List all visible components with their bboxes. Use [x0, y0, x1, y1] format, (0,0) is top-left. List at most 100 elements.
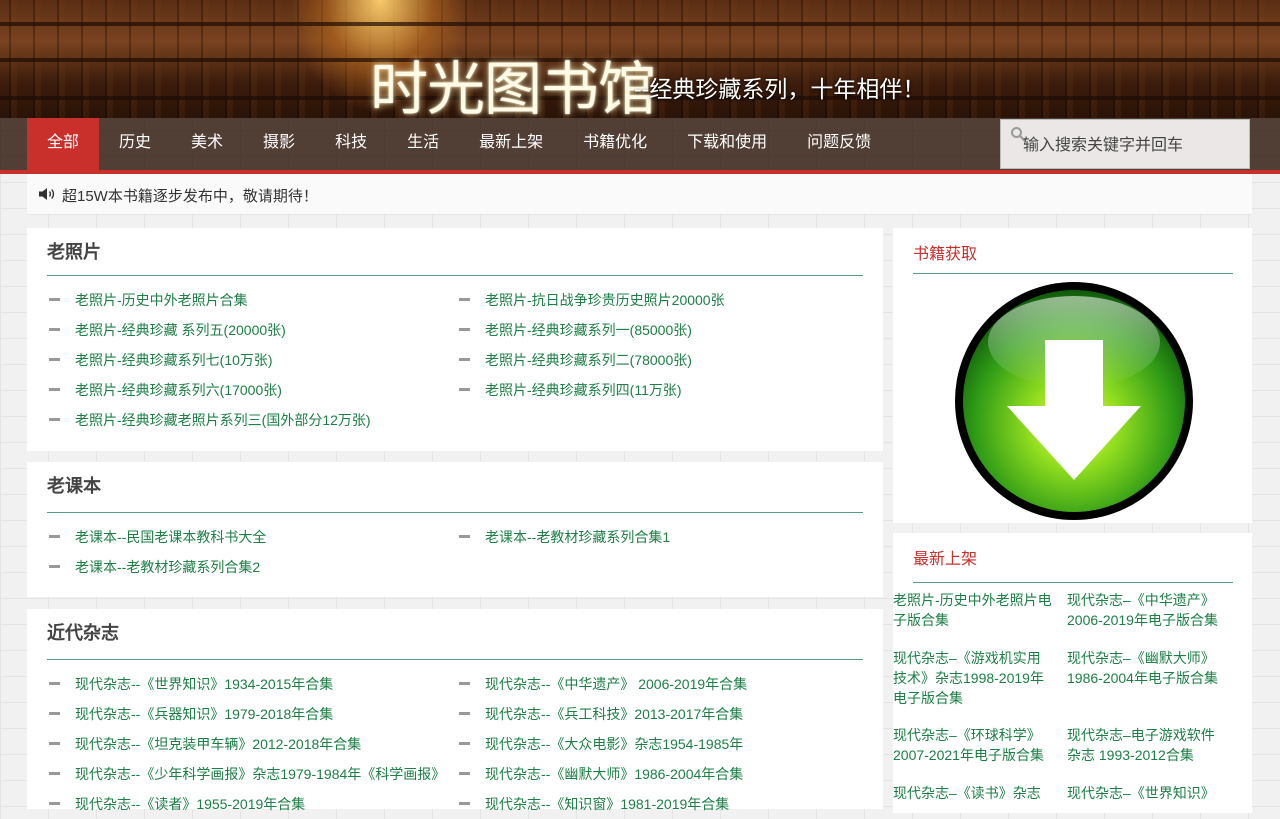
link-label[interactable]: 老照片-经典珍藏 系列五(20000张)	[75, 322, 286, 338]
link-label[interactable]: 现代杂志--《知识窗》1981-2019年合集	[485, 796, 729, 812]
nav-item[interactable]: 下载和使用	[667, 118, 787, 170]
nav-item[interactable]: 生活	[387, 118, 459, 170]
newest-item[interactable]: 现代杂志–《幽默大师》1986-2004年电子版合集	[1067, 648, 1227, 688]
link-label[interactable]: 老课本--老教材珍藏系列合集2	[75, 559, 260, 575]
newest-item[interactable]: 现代杂志–《读书》杂志	[893, 783, 1053, 803]
link-label[interactable]: 现代杂志--《坦克装甲车辆》2012-2018年合集	[75, 736, 361, 752]
link-item[interactable]: 现代杂志--《知识窗》1981-2019年合集	[457, 789, 729, 819]
nav-item[interactable]: 书籍优化	[563, 118, 667, 170]
nav-item[interactable]: 问题反馈	[787, 118, 891, 170]
link-item[interactable]: 老照片-经典珍藏系列七(10万张)	[47, 345, 273, 375]
link-item[interactable]: 老照片-经典珍藏 系列五(20000张)	[47, 315, 286, 345]
site-subtitle: --经典珍藏系列，十年相伴！	[634, 76, 926, 102]
link-item[interactable]: 老课本--老教材珍藏系列合集2	[47, 552, 260, 582]
nav-item[interactable]: 全部	[27, 118, 100, 170]
link-item[interactable]: 老照片-历史中外老照片合集	[47, 285, 248, 315]
link-label[interactable]: 现代杂志--《大众电影》杂志1954-1985年	[485, 736, 743, 752]
sidebar-title: 书籍获取	[913, 246, 978, 263]
section-old-photos: 老照片 老照片-历史中外老照片合集 老照片-抗日战争珍贵历史照片20000张 老照片…	[27, 228, 883, 451]
link-item[interactable]: 老课本--老教材珍藏系列合集1	[457, 522, 670, 552]
dash-bullet-icon	[49, 417, 60, 421]
link-item[interactable]: 现代杂志--《世界知识》1934-2015年合集	[47, 669, 333, 699]
dash-bullet-icon	[459, 297, 470, 301]
link-item[interactable]: 老照片-经典珍藏系列六(17000张)	[47, 375, 282, 405]
dash-bullet-icon	[49, 387, 60, 391]
speaker-icon	[39, 188, 55, 200]
dash-bullet-icon	[459, 534, 470, 538]
link-item[interactable]: 老课本--民国老课本教科书大全	[47, 522, 266, 552]
link-label[interactable]: 现代杂志--《中华遗产》 2006-2019年合集	[485, 676, 747, 692]
link-item[interactable]: 现代杂志--《坦克装甲车辆》2012-2018年合集	[47, 729, 361, 759]
main-nav: 全部 历史 美术 摄影 科技 生活 最新上架 书籍优化 下载和使用 问题反馈	[0, 118, 1280, 174]
link-label[interactable]: 现代杂志--《世界知识》1934-2015年合集	[75, 676, 333, 692]
dash-bullet-icon	[459, 711, 470, 715]
banner-shelf	[0, 22, 1280, 26]
link-item[interactable]: 现代杂志--《读者》1955-2019年合集	[47, 789, 305, 819]
dash-bullet-icon	[49, 711, 60, 715]
section-modern-magazines: 近代杂志 现代杂志--《世界知识》1934-2015年合集 现代杂志--《中华遗产…	[27, 609, 883, 812]
link-label[interactable]: 老照片-经典珍藏系列一(85000张)	[485, 322, 692, 338]
link-label[interactable]: 老照片-经典珍藏系列二(78000张)	[485, 352, 692, 368]
nav-item[interactable]: 历史	[99, 118, 171, 170]
dash-bullet-icon	[459, 357, 470, 361]
link-label[interactable]: 现代杂志--《读者》1955-2019年合集	[75, 796, 305, 812]
section-divider	[47, 659, 863, 660]
section-title: 老照片	[47, 242, 101, 262]
link-label[interactable]: 老照片-经典珍藏系列七(10万张)	[75, 352, 273, 368]
link-item[interactable]: 现代杂志--《兵器知识》1979-2018年合集	[47, 699, 333, 729]
newest-item[interactable]: 现代杂志–《中华遗产》2006-2019年电子版合集	[1067, 590, 1227, 630]
link-label[interactable]: 现代杂志--《兵器知识》1979-2018年合集	[75, 706, 333, 722]
section-title: 老课本	[47, 476, 101, 496]
download-arrow-icon[interactable]	[953, 280, 1195, 522]
link-label[interactable]: 老照片-经典珍藏老照片系列三(国外部分12万张)	[75, 412, 371, 428]
link-label[interactable]: 老照片-抗日战争珍贵历史照片20000张	[485, 292, 725, 308]
dash-bullet-icon	[49, 681, 60, 685]
link-item[interactable]: 老照片-抗日战争珍贵历史照片20000张	[457, 285, 725, 315]
dash-bullet-icon	[49, 357, 60, 361]
link-label[interactable]: 老课本--民国老课本教科书大全	[75, 529, 266, 545]
link-label[interactable]: 现代杂志--《少年科学画报》杂志1979-1984年《科学画报》	[75, 766, 445, 782]
link-item[interactable]: 现代杂志--《中华遗产》 2006-2019年合集	[457, 669, 747, 699]
link-label[interactable]: 老照片-经典珍藏系列四(11万张)	[485, 382, 682, 398]
newest-item[interactable]: 现代杂志–《游戏机实用技术》杂志1998-2019年电子版合集	[893, 648, 1053, 708]
link-label[interactable]: 老照片-历史中外老照片合集	[75, 292, 248, 308]
section-divider	[47, 275, 863, 276]
link-item[interactable]: 现代杂志--《大众电影》杂志1954-1985年	[457, 729, 743, 759]
dash-bullet-icon	[459, 387, 470, 391]
newest-item[interactable]: 老照片-历史中外老照片电子版合集	[893, 590, 1053, 630]
newest-item[interactable]: 现代杂志–电子游戏软件杂志 1993-2012合集	[1067, 725, 1227, 765]
dash-bullet-icon	[459, 741, 470, 745]
sidebar-divider	[913, 273, 1233, 274]
header-banner: 时光图书馆 --经典珍藏系列，十年相伴！	[0, 0, 1280, 118]
link-label[interactable]: 老照片-经典珍藏系列六(17000张)	[75, 382, 282, 398]
link-item[interactable]: 老照片-经典珍藏系列二(78000张)	[457, 345, 692, 375]
dash-bullet-icon	[459, 681, 470, 685]
dash-bullet-icon	[49, 327, 60, 331]
link-item[interactable]: 现代杂志--《兵工科技》2013-2017年合集	[457, 699, 743, 729]
sidebar-download: 书籍获取	[893, 228, 1252, 523]
nav-item[interactable]: 科技	[315, 118, 387, 170]
link-item[interactable]: 老照片-经典珍藏系列一(85000张)	[457, 315, 692, 345]
section-title: 近代杂志	[47, 623, 119, 643]
search-box[interactable]	[1000, 119, 1250, 169]
link-item[interactable]: 老照片-经典珍藏老照片系列三(国外部分12万张)	[47, 405, 371, 435]
nav-item[interactable]: 摄影	[243, 118, 315, 170]
site-title[interactable]: 时光图书馆	[370, 42, 656, 118]
dash-bullet-icon	[49, 741, 60, 745]
link-item[interactable]: 现代杂志--《幽默大师》1986-2004年合集	[457, 759, 743, 789]
section-divider	[47, 512, 863, 513]
link-item[interactable]: 现代杂志--《少年科学画报》杂志1979-1984年《科学画报》	[47, 759, 445, 789]
link-item[interactable]: 老照片-经典珍藏系列四(11万张)	[457, 375, 682, 405]
link-label[interactable]: 老课本--老教材珍藏系列合集1	[485, 529, 670, 545]
newest-item[interactable]: 现代杂志–《环球科学》2007-2021年电子版合集	[893, 725, 1053, 765]
newest-item[interactable]: 现代杂志–《世界知识》	[1067, 783, 1227, 803]
nav-item[interactable]: 最新上架	[459, 118, 563, 170]
dash-bullet-icon	[459, 801, 470, 805]
notice-text: 超15W本书籍逐步发布中，敬请期待！	[62, 188, 318, 205]
link-label[interactable]: 现代杂志--《幽默大师》1986-2004年合集	[485, 766, 743, 782]
nav-item[interactable]: 美术	[171, 118, 243, 170]
link-label[interactable]: 现代杂志--《兵工科技》2013-2017年合集	[485, 706, 743, 722]
sidebar-title: 最新上架	[913, 551, 978, 568]
search-input[interactable]	[1021, 130, 1245, 162]
dash-bullet-icon	[49, 771, 60, 775]
